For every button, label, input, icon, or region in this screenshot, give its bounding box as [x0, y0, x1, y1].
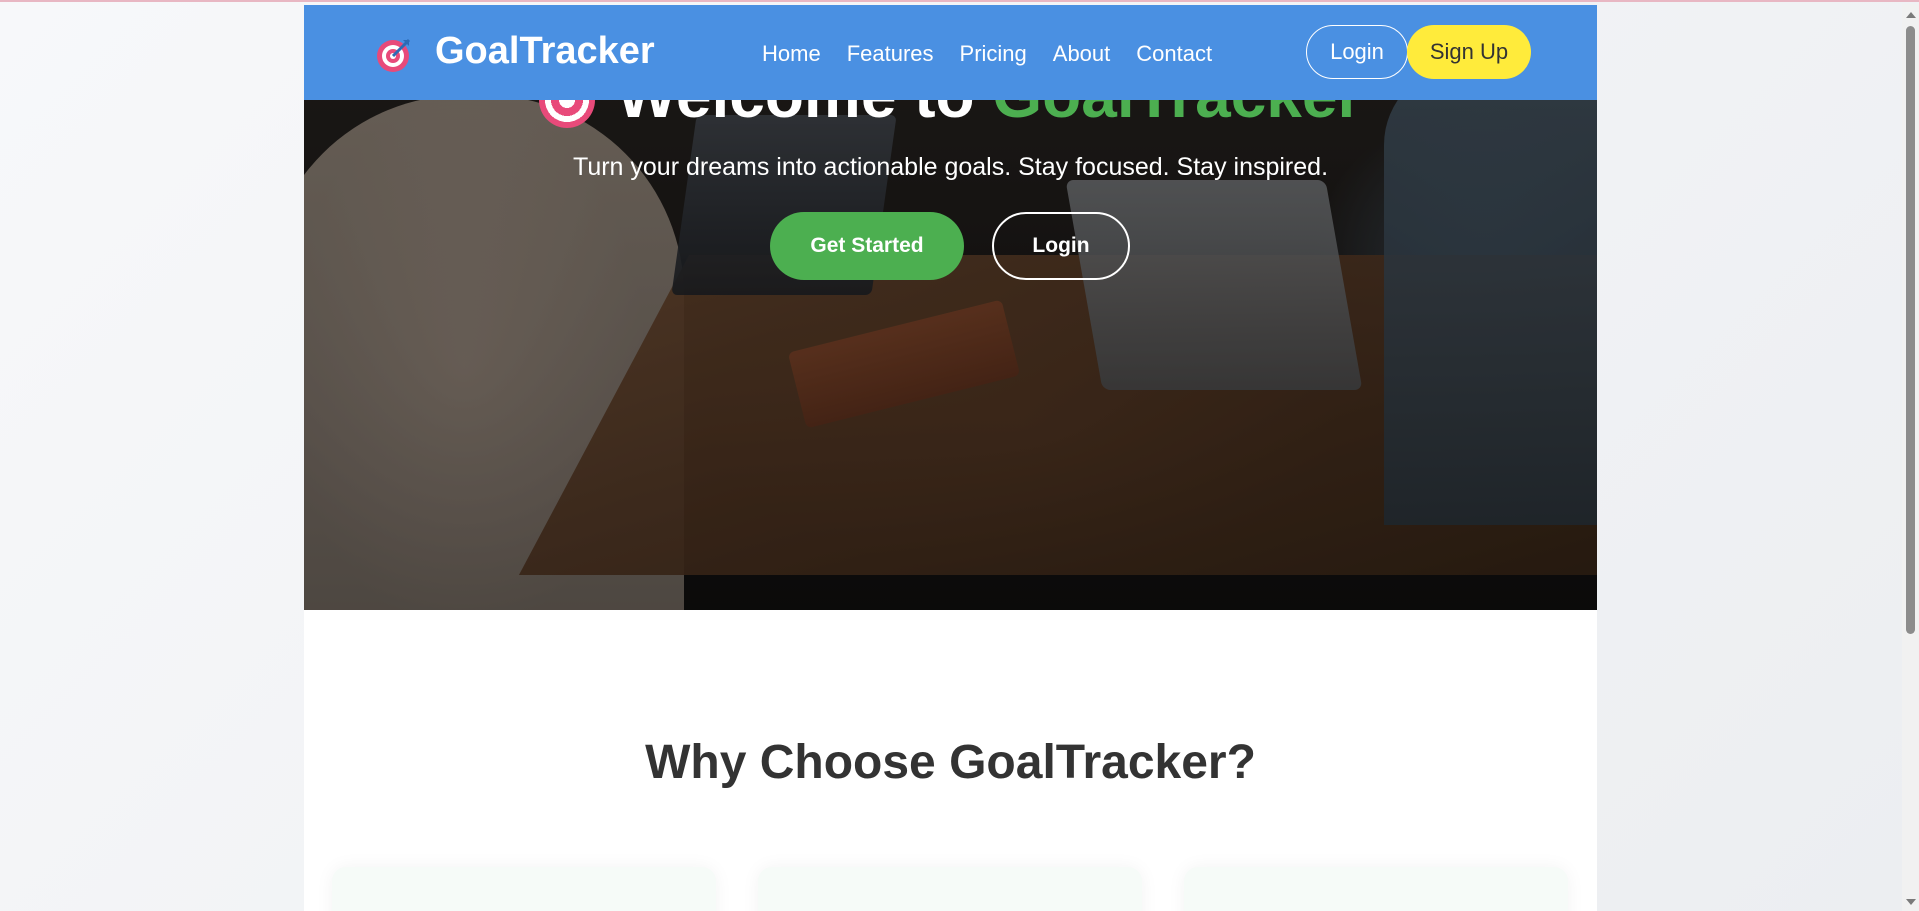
features-title: Why Choose GoalTracker? — [645, 736, 1256, 789]
target-icon[interactable] — [376, 35, 414, 73]
navbar: GoalTracker Home Features Pricing About … — [304, 5, 1597, 100]
scrollbar-thumb[interactable] — [1906, 26, 1915, 634]
nav-signup-button[interactable]: Sign Up — [1407, 25, 1531, 79]
brand-logo-text[interactable]: GoalTracker — [435, 30, 655, 73]
page: Welcome to GoalTracker Turn your dreams … — [304, 5, 1597, 911]
nav-pricing[interactable]: Pricing — [947, 41, 1040, 67]
nav-login-button[interactable]: Login — [1306, 25, 1408, 79]
nav-about[interactable]: About — [1040, 41, 1124, 67]
nav-contact[interactable]: Contact — [1123, 41, 1225, 67]
scroll-up-arrow-icon[interactable] — [1906, 12, 1916, 18]
main-nav: Home Features Pricing About Contact — [749, 41, 1225, 67]
scroll-down-arrow-icon[interactable] — [1906, 899, 1916, 905]
hero-login-button[interactable]: Login — [992, 212, 1130, 280]
feature-card — [758, 867, 1142, 911]
hero-subtitle: Turn your dreams into actionable goals. … — [572, 153, 1329, 181]
page-scrollbar[interactable] — [1902, 4, 1919, 911]
browser-top-edge — [0, 0, 1919, 2]
nav-features[interactable]: Features — [834, 41, 947, 67]
get-started-button[interactable]: Get Started — [770, 212, 964, 280]
nav-home[interactable]: Home — [749, 41, 834, 67]
feature-card — [1184, 867, 1568, 911]
feature-card — [332, 867, 716, 911]
